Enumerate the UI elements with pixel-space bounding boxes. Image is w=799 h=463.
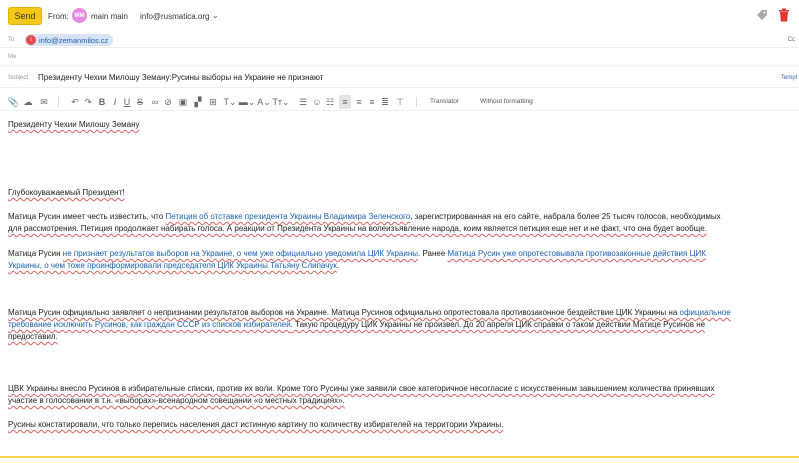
tag-icon[interactable] — [756, 9, 768, 21]
align-center-icon[interactable]: ≡ — [354, 95, 364, 109]
slipachuk-link[interactable]: Украины, о чем тоже проинформировали пре… — [8, 261, 337, 270]
subject-row: Subject Президенту Чехии Милошу Земану:Р… — [0, 68, 799, 88]
petition-link[interactable]: Петиция об отставке президента Украины В… — [166, 212, 411, 221]
from-label: From: — [48, 12, 69, 21]
bold-icon[interactable]: B — [98, 95, 106, 109]
paragraph-5: Русины констатировали, что только перепи… — [8, 420, 504, 429]
image-icon[interactable]: ▣ — [178, 95, 188, 109]
text-color-icon[interactable]: T⌄ — [222, 95, 238, 109]
format-toolbar: 📎 ☁ ✉ ↶ ↷ B I U S ∞ ⊘ ▣ ▞ ⊞ T⌄ ▬⌄ A⌄ Tт⌄… — [0, 93, 799, 111]
link-icon[interactable]: ∞ — [150, 95, 160, 109]
emoji-icon[interactable]: ☺ — [312, 95, 322, 109]
font-icon[interactable]: A⌄ — [256, 95, 272, 109]
avatar[interactable]: MM — [72, 8, 87, 23]
subject-input[interactable]: Президенту Чехии Милошу Земану:Русины вы… — [38, 73, 323, 82]
recipient-email: info@zemanmilos.cz — [39, 35, 109, 45]
trash-icon[interactable] — [778, 8, 790, 22]
from-name[interactable]: main main — [91, 12, 128, 21]
numbered-list-icon[interactable]: ☷ — [325, 95, 335, 109]
compose-header: Send From: MM main main info@rusmatica.o… — [0, 0, 799, 32]
italic-icon[interactable]: I — [111, 95, 119, 109]
paragraph-2: Матица Русин не признает результатов выб… — [8, 249, 706, 270]
to-row: To i info@zemanmilos.cz Cc — [0, 32, 799, 48]
recipient-chip[interactable]: i info@zemanmilos.cz — [25, 34, 114, 46]
send-button[interactable]: Send — [8, 7, 42, 25]
paragraph-4: ЦВК Украины внесло Русинов в избирательн… — [8, 384, 715, 405]
strikethrough-icon[interactable]: S — [136, 95, 144, 109]
greeting-line: Президенту Чехии Милошу Земану — [8, 120, 140, 129]
underline-icon[interactable]: U — [123, 95, 131, 109]
align-right-icon[interactable]: ≡ — [367, 95, 377, 109]
align-justify-icon[interactable]: ≣ — [380, 95, 390, 109]
salutation: Глубокоуважаемый Президент! — [8, 188, 125, 197]
chevron-down-icon[interactable]: ⌄ — [212, 11, 219, 20]
bullet-list-icon[interactable]: ☰ — [298, 95, 308, 109]
cc-button[interactable]: Cc — [788, 37, 795, 43]
protest-link[interactable]: Матица Русин уже опротестовывала противо… — [448, 249, 706, 258]
requirement-link[interactable]: требование исключить Русинов, как гражда… — [8, 320, 291, 329]
me-row[interactable]: Me — [0, 48, 799, 66]
paragraph-3: Матица Русин официально заявляет о непри… — [8, 308, 731, 341]
attach-icon[interactable]: 📎 — [8, 95, 19, 109]
bg-color-icon[interactable]: ▬⌄ — [239, 95, 256, 109]
mail-icon[interactable]: ✉ — [38, 95, 50, 109]
undo-icon[interactable]: ↶ — [70, 95, 80, 109]
align-left-icon[interactable]: ≡ — [339, 95, 351, 109]
cloud-attach-icon[interactable]: ☁ — [22, 95, 34, 109]
templates-button[interactable]: Templ — [781, 75, 797, 81]
paragraph-1: Матица Русин имеет честь известить, что … — [8, 212, 721, 233]
without-formatting-button[interactable]: Without formatting — [480, 98, 533, 105]
editor-bottom-border — [0, 456, 799, 458]
font-size-icon[interactable]: Tт⌄ — [272, 95, 289, 109]
election-link[interactable]: не признает результатов выборов на Украи… — [63, 249, 418, 258]
translator-button[interactable]: Translator — [430, 98, 459, 105]
unlink-icon[interactable]: ⊘ — [163, 95, 173, 109]
to-label: To — [8, 37, 15, 43]
clear-format-icon[interactable]: ⊤ — [395, 95, 405, 109]
me-label: Me — [8, 54, 17, 60]
from-email[interactable]: info@rusmatica.org — [140, 12, 209, 21]
code-icon[interactable]: ▞ — [193, 95, 203, 109]
subject-label: Subject — [8, 75, 29, 81]
redo-icon[interactable]: ↷ — [83, 95, 93, 109]
recipient-avatar: i — [26, 35, 36, 45]
table-icon[interactable]: ⊞ — [208, 95, 218, 109]
official-link[interactable]: официальное — [680, 308, 731, 317]
